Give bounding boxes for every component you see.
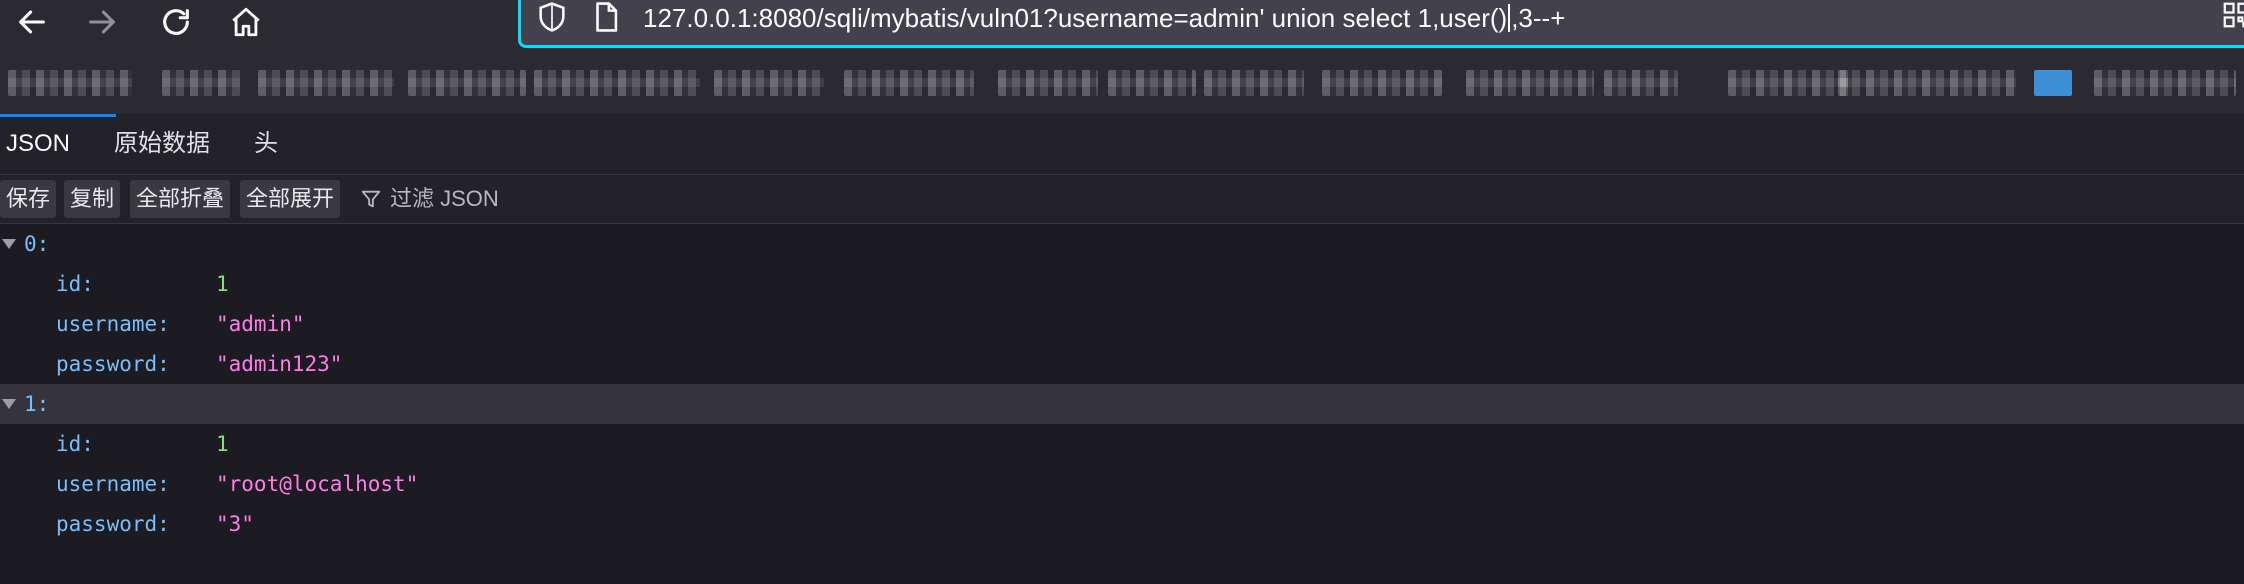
json-tree: 0: id: 1 username: "admin" password: "ad… <box>0 224 2244 544</box>
bookmark-item[interactable] <box>1108 70 1196 96</box>
json-value: 1 <box>216 272 229 296</box>
browser-navbar: 127.0.0.1:8080/sqli/mybatis/vuln01?usern… <box>0 0 2244 52</box>
tab-raw-data[interactable]: 原始数据 <box>108 114 216 174</box>
json-key: id: <box>56 432 94 456</box>
text-caret <box>1508 4 1511 32</box>
json-row: id: 1 <box>0 264 2244 304</box>
json-row: username: "root@localhost" <box>0 464 2244 504</box>
json-row: username: "admin" <box>0 304 2244 344</box>
bookmark-item[interactable] <box>998 70 1098 96</box>
json-value: 1 <box>216 432 229 456</box>
forward-arrow-icon[interactable] <box>82 2 122 42</box>
shield-icon[interactable] <box>535 0 569 34</box>
qr-code-icon[interactable] <box>2221 0 2244 30</box>
url-input[interactable]: 127.0.0.1:8080/sqli/mybatis/vuln01?usern… <box>643 0 1565 36</box>
filter-json-input[interactable]: 过滤 JSON <box>360 180 499 218</box>
bookmark-item[interactable] <box>1466 70 1594 96</box>
json-node-0[interactable]: 0: <box>0 224 2244 264</box>
copy-button[interactable]: 复制 <box>64 180 121 218</box>
bookmark-item[interactable] <box>844 70 974 96</box>
bookmark-item[interactable] <box>162 70 240 96</box>
json-row: password: "admin123" <box>0 344 2244 384</box>
json-value: "admin" <box>216 312 305 336</box>
url-text-after-caret: ,3--+ <box>1511 3 1566 33</box>
json-value: "root@localhost" <box>216 472 419 496</box>
expand-all-button[interactable]: 全部展开 <box>240 180 341 218</box>
bookmark-item[interactable] <box>1728 70 1848 96</box>
bookmark-favicon[interactable] <box>2034 70 2072 96</box>
json-index: 0: <box>24 232 50 256</box>
home-icon[interactable] <box>226 2 266 42</box>
back-arrow-icon[interactable] <box>12 2 52 42</box>
json-value: "admin123" <box>216 352 343 376</box>
json-key: id: <box>56 272 94 296</box>
bookmark-item[interactable] <box>1322 70 1442 96</box>
bookmark-item[interactable] <box>1204 70 1304 96</box>
filter-icon <box>361 190 381 208</box>
collapse-all-button[interactable]: 全部折叠 <box>130 180 231 218</box>
url-bar[interactable]: 127.0.0.1:8080/sqli/mybatis/vuln01?usern… <box>518 0 2244 48</box>
json-value: "3" <box>216 512 254 536</box>
bookmark-item[interactable] <box>2094 70 2236 96</box>
json-row: id: 1 <box>0 424 2244 464</box>
tab-json[interactable]: JSON <box>0 114 117 174</box>
json-key: password: <box>56 512 170 536</box>
tab-headers[interactable]: 头 <box>248 114 284 174</box>
json-index: 1: <box>24 392 50 416</box>
bookmark-item[interactable] <box>534 70 700 96</box>
json-viewer-tabs: JSON 原始数据 头 <box>0 114 2244 175</box>
bookmark-item[interactable] <box>8 70 132 96</box>
expand-triangle-icon[interactable] <box>2 399 16 409</box>
bookmark-item[interactable] <box>408 70 526 96</box>
save-button[interactable]: 保存 <box>0 180 57 218</box>
json-key: password: <box>56 352 170 376</box>
bookmark-item[interactable] <box>258 70 394 96</box>
page-icon[interactable] <box>589 0 623 34</box>
filter-placeholder: 过滤 JSON <box>390 186 499 211</box>
json-node-1[interactable]: 1: <box>0 384 2244 424</box>
bookmark-item[interactable] <box>1838 70 2016 96</box>
bookmark-item[interactable] <box>1604 70 1678 96</box>
json-toolbar: 保存 复制 全部折叠 全部展开 过滤 JSON <box>0 175 2244 224</box>
expand-triangle-icon[interactable] <box>2 239 16 249</box>
reload-icon[interactable] <box>156 2 196 42</box>
json-row: password: "3" <box>0 504 2244 544</box>
bookmark-item[interactable] <box>714 70 824 96</box>
json-key: username: <box>56 472 170 496</box>
bookmarks-toolbar <box>0 52 2244 114</box>
url-text-before-caret: 127.0.0.1:8080/sqli/mybatis/vuln01?usern… <box>643 3 1508 33</box>
json-key: username: <box>56 312 170 336</box>
